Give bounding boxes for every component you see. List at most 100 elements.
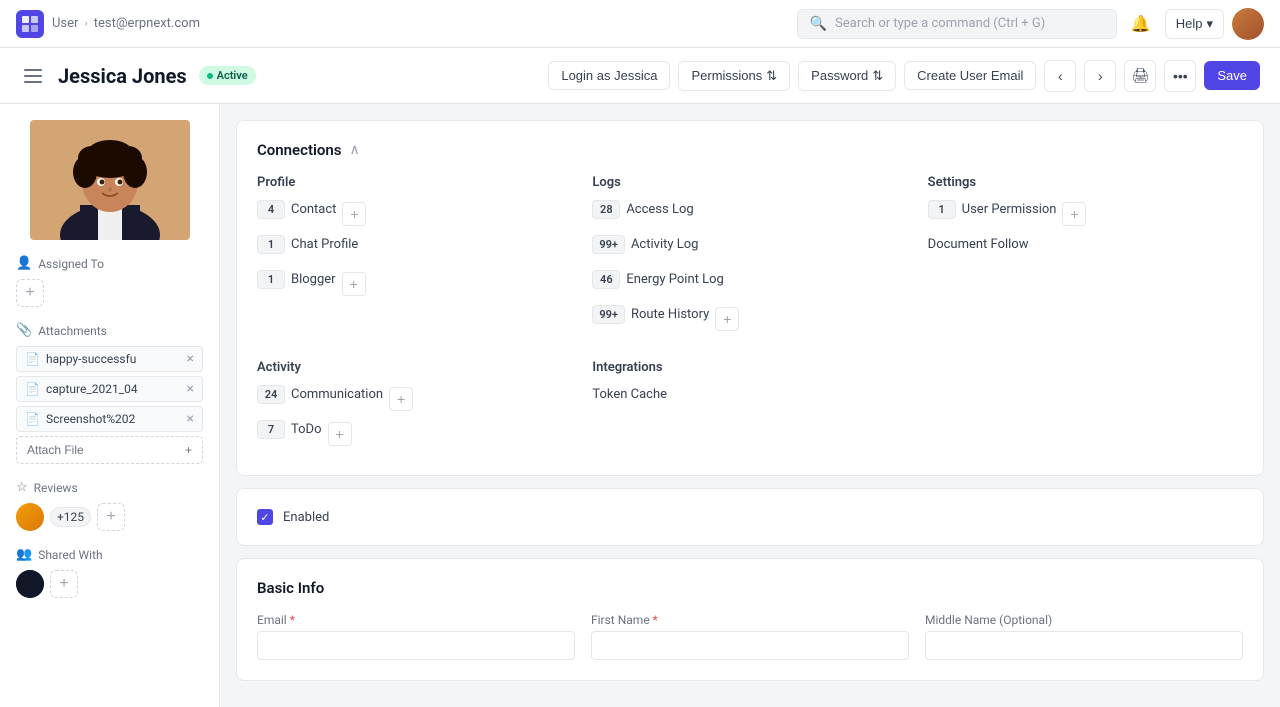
blogger-link[interactable]: 1 Blogger <box>257 270 336 289</box>
reviews-label: ☆ Reviews <box>16 480 203 495</box>
attach-file-button[interactable]: Attach File + <box>16 436 203 464</box>
search-placeholder: Search or type a command (Ctrl + G) <box>835 16 1045 31</box>
settings-section: Settings 1 User Permission + Document Fo… <box>928 175 1243 340</box>
add-blogger-button[interactable]: + <box>342 272 366 296</box>
page-header: Jessica Jones Active Login as Jessica Pe… <box>0 48 1280 104</box>
connections-title: Connections <box>257 141 341 159</box>
basic-info-card: Basic Info Email * First Name * <box>236 558 1264 681</box>
breadcrumb-email[interactable]: test@erpnext.com <box>94 16 200 31</box>
email-input[interactable] <box>257 631 575 660</box>
activity-integrations-grid: Activity 24 Communication + 7 ToDo <box>257 360 1243 455</box>
add-assigned-to-button[interactable]: + <box>16 279 44 307</box>
person-icon: 👤 <box>16 256 32 271</box>
activity-title: Activity <box>257 360 572 375</box>
save-button[interactable]: Save <box>1204 61 1260 90</box>
user-permission-link[interactable]: 1 User Permission <box>928 200 1057 219</box>
integrations-section: Integrations Token Cache <box>592 360 907 455</box>
password-chevron-icon: ⇅ <box>872 68 883 84</box>
chat-profile-row: 1 Chat Profile <box>257 235 572 262</box>
add-shared-button[interactable]: + <box>50 570 78 598</box>
create-user-email-button[interactable]: Create User Email <box>904 61 1036 90</box>
attachments-label: 📎 Attachments <box>16 323 203 338</box>
login-as-jessica-button[interactable]: Login as Jessica <box>548 61 670 90</box>
share-icon: 👥 <box>16 547 32 562</box>
contact-row: 4 Contact + <box>257 200 572 227</box>
contact-link[interactable]: 4 Contact <box>257 200 336 219</box>
shared-with-label: 👥 Shared With <box>16 547 203 562</box>
prev-button[interactable]: ‹ <box>1044 60 1076 92</box>
settings-title: Settings <box>928 175 1243 190</box>
document-follow-row: Document Follow <box>928 235 1243 254</box>
route-history-link[interactable]: 99+ Route History <box>592 305 709 324</box>
add-route-history-button[interactable]: + <box>715 307 739 331</box>
access-log-link[interactable]: 28 Access Log <box>592 200 693 219</box>
route-history-row: 99+ Route History + <box>592 305 907 332</box>
attachment-item: 📄 happy-successfu × <box>16 346 203 372</box>
access-log-row: 28 Access Log <box>592 200 907 227</box>
enabled-card: ✓ Enabled <box>236 488 1264 546</box>
shared-with-section: 👥 Shared With + <box>16 547 203 598</box>
chevron-down-icon: ▾ <box>1206 16 1213 32</box>
remove-attachment-1[interactable]: × <box>187 381 194 397</box>
user-permission-row: 1 User Permission + <box>928 200 1243 227</box>
shared-avatar <box>16 570 44 598</box>
logs-section: Logs 28 Access Log 99+ Activity Log <box>592 175 907 340</box>
star-icon: ☆ <box>16 480 28 495</box>
review-count: +125 <box>50 507 91 527</box>
add-review-button[interactable]: + <box>97 503 125 531</box>
todo-link[interactable]: 7 ToDo <box>257 420 322 439</box>
middle-name-label: Middle Name (Optional) <box>925 613 1243 627</box>
permissions-button[interactable]: Permissions ⇅ <box>678 61 790 91</box>
reviews-section: ☆ Reviews +125 + <box>16 480 203 531</box>
communication-link[interactable]: 24 Communication <box>257 385 383 404</box>
notification-bell[interactable]: 🔔 <box>1125 8 1157 40</box>
paperclip-icon: 📎 <box>16 323 32 338</box>
first-name-input[interactable] <box>591 631 909 660</box>
enabled-checkbox[interactable]: ✓ <box>257 509 273 525</box>
token-cache-link[interactable]: Token Cache <box>592 385 667 404</box>
assigned-to-label: 👤 Assigned To <box>16 256 203 271</box>
activity-log-row: 99+ Activity Log <box>592 235 907 262</box>
profile-section: Profile 4 Contact + 1 Chat Profile <box>257 175 572 340</box>
reviews-row: +125 + <box>16 503 203 531</box>
assigned-to-section: 👤 Assigned To + <box>16 256 203 307</box>
breadcrumb-chevron-1: › <box>84 17 87 30</box>
connections-grid: Profile 4 Contact + 1 Chat Profile <box>257 175 1243 340</box>
add-communication-button[interactable]: + <box>389 387 413 411</box>
remove-attachment-0[interactable]: × <box>187 351 194 367</box>
todo-row: 7 ToDo + <box>257 420 572 447</box>
add-todo-button[interactable]: + <box>328 422 352 446</box>
energy-point-log-link[interactable]: 46 Energy Point Log <box>592 270 724 289</box>
password-button[interactable]: Password ⇅ <box>798 61 896 91</box>
add-user-permission-button[interactable]: + <box>1062 202 1086 226</box>
remove-attachment-2[interactable]: × <box>187 411 194 427</box>
app-logo[interactable] <box>16 10 44 38</box>
print-button[interactable]: 🖨 <box>1124 60 1156 92</box>
middle-name-input[interactable] <box>925 631 1243 660</box>
empty-col <box>928 360 1243 455</box>
plus-icon: + <box>185 443 192 457</box>
logs-title: Logs <box>592 175 907 190</box>
email-label: Email * <box>257 613 575 627</box>
global-search[interactable]: 🔍 Search or type a command (Ctrl + G) <box>797 9 1117 39</box>
sidebar-toggle[interactable] <box>20 65 46 87</box>
energy-point-log-row: 46 Energy Point Log <box>592 270 907 297</box>
basic-info-form: Email * First Name * Middle Name (Option… <box>257 613 1243 660</box>
connections-header: Connections ∧ <box>257 141 1243 159</box>
document-follow-link[interactable]: Document Follow <box>928 235 1029 254</box>
profile-avatar <box>30 120 190 240</box>
first-name-label: First Name * <box>591 613 909 627</box>
collapse-connections-icon[interactable]: ∧ <box>349 142 359 158</box>
breadcrumb-user[interactable]: User <box>52 16 78 31</box>
sidebar: 👤 Assigned To + 📎 Attachments 📄 happy-su… <box>0 104 220 707</box>
next-button[interactable]: › <box>1084 60 1116 92</box>
chat-profile-link[interactable]: 1 Chat Profile <box>257 235 358 254</box>
user-avatar[interactable] <box>1232 8 1264 40</box>
more-options-button[interactable]: ••• <box>1164 60 1196 92</box>
blogger-row: 1 Blogger + <box>257 270 572 297</box>
content-area: Connections ∧ Profile 4 Contact + <box>220 104 1280 707</box>
add-contact-button[interactable]: + <box>342 202 366 226</box>
help-button[interactable]: Help ▾ <box>1165 9 1224 39</box>
communication-row: 24 Communication + <box>257 385 572 412</box>
activity-log-link[interactable]: 99+ Activity Log <box>592 235 698 254</box>
